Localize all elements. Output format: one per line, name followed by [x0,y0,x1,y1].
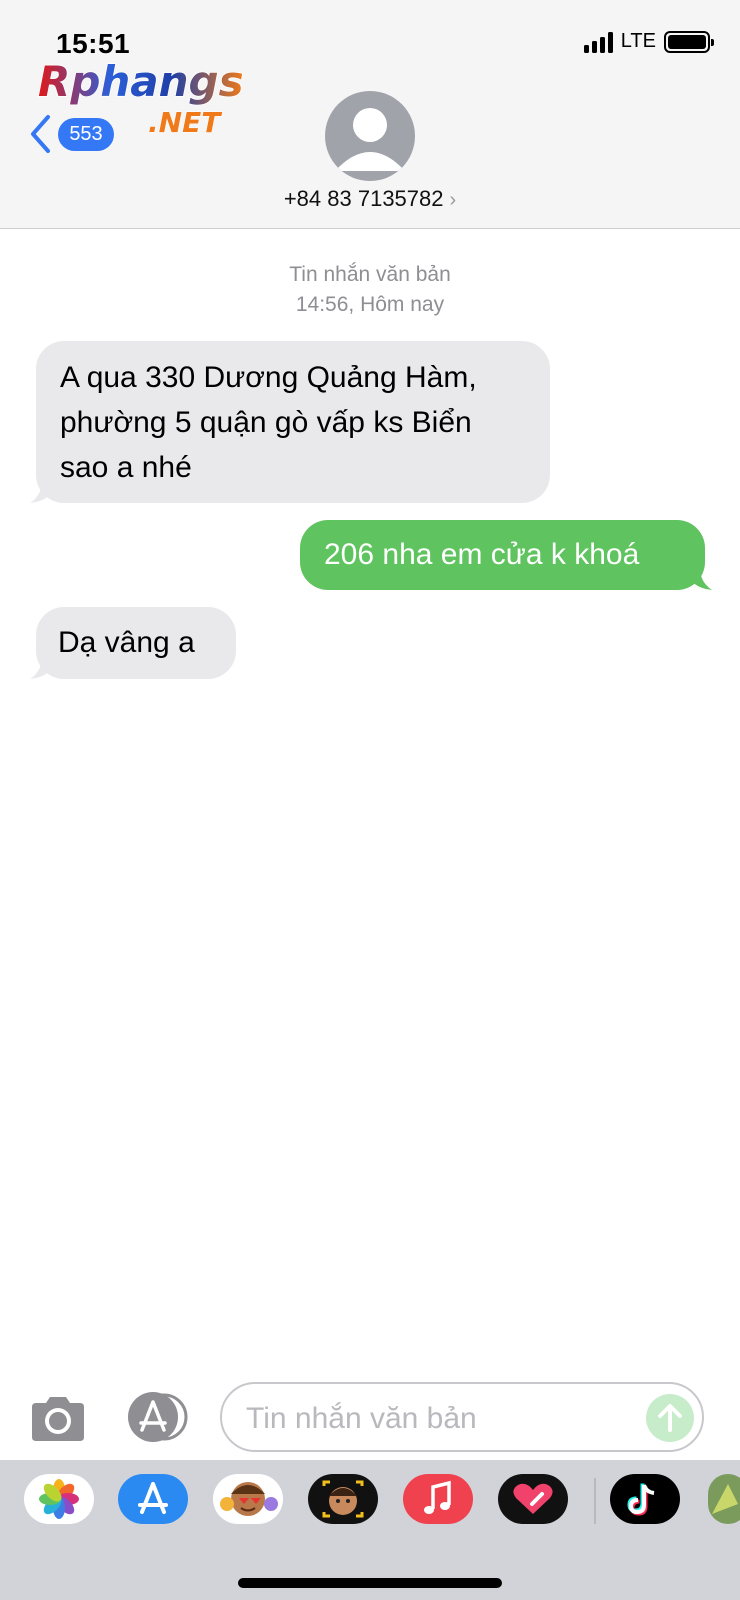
message-type-label: Tin nhắn văn bản [289,263,451,286]
conversation-header: 15:51 LTE Rphangs .NET 553 +84 83 713578… [0,0,740,229]
app-store-icon[interactable] [118,1474,188,1524]
network-label: LTE [620,30,656,52]
memoji-icon[interactable] [308,1474,378,1524]
message-bubble-sent[interactable]: 206 nha em cửa k khoá [300,520,705,590]
signal-icon [583,31,613,53]
person-icon [335,108,405,171]
message-bubble-received[interactable]: A qua 330 Dương Quảng Hàm, phường 5 quận… [36,341,550,503]
more-app-icon[interactable] [708,1474,740,1524]
send-button[interactable] [646,1394,694,1442]
music-icon[interactable] [403,1474,473,1524]
home-indicator[interactable] [238,1578,502,1588]
contact-avatar[interactable] [325,91,415,181]
arrow-up-icon [658,1404,682,1432]
watermark-line2: .NET [148,106,222,138]
app-store-icon[interactable] [124,1392,192,1442]
status-time: 15:51 [56,28,131,59]
contact-number: +84 83 7135782 [283,186,444,211]
conversation-timestamp: Tin nhắn văn bản 14:56, Hôm nay [0,260,740,320]
memoji-stickers-icon[interactable] [213,1474,283,1524]
chevron-left-icon [31,115,50,153]
battery-icon [664,30,714,53]
message-input[interactable]: Tin nhắn văn bản [220,1382,704,1452]
message-input-placeholder: Tin nhắn văn bản [246,1402,477,1435]
drawer-separator [594,1478,596,1524]
watermark-line1: Rphangs [38,58,244,106]
digital-touch-icon[interactable] [498,1474,568,1524]
unread-count-badge: 553 [58,117,114,151]
message-bubble-received[interactable]: Dạ vâng a [36,607,236,679]
status-indicators: LTE [583,30,714,53]
chevron-right-icon: › [449,189,457,211]
message-time-label: 14:56, Hôm nay [295,293,445,316]
back-button[interactable]: 553 [28,114,114,154]
photos-icon[interactable] [24,1474,94,1524]
tiktok-icon[interactable] [610,1474,680,1524]
camera-icon[interactable] [28,1393,88,1443]
contact-name[interactable]: +84 83 7135782 › [0,186,740,212]
